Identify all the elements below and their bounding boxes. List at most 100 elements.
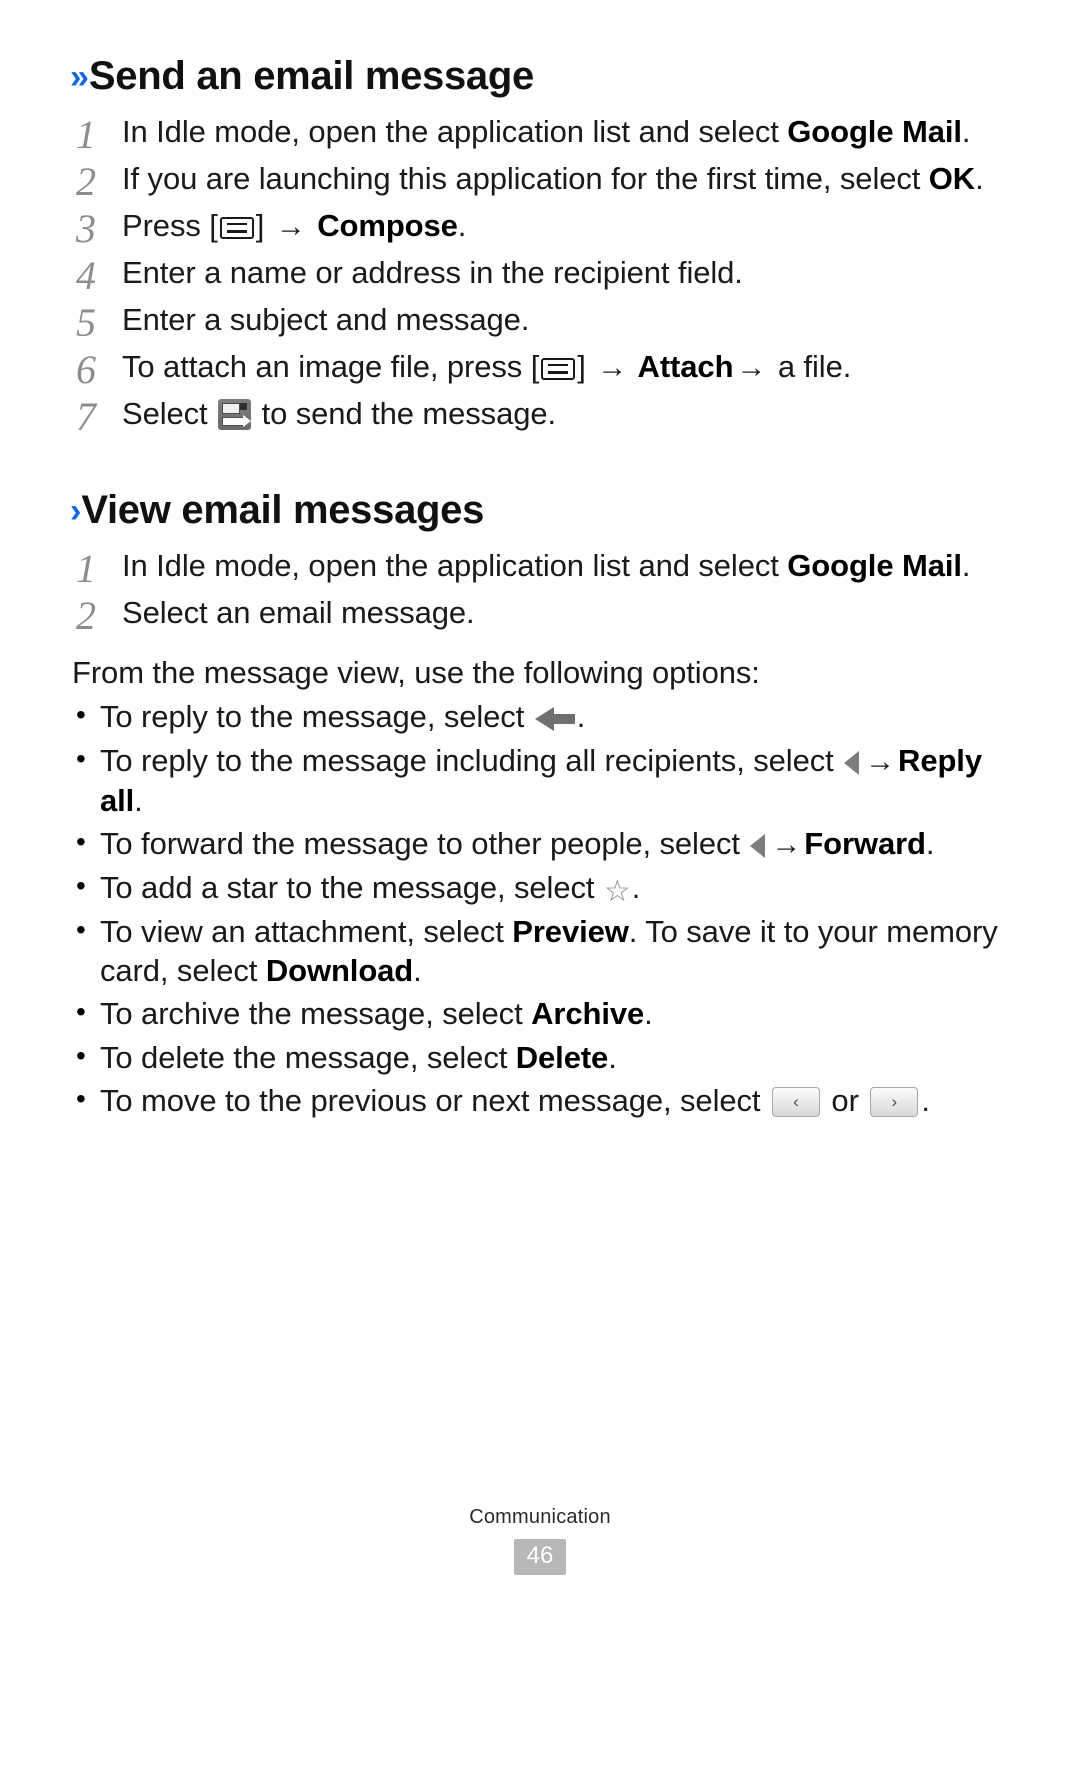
- step-text-post: .: [961, 547, 971, 583]
- step-number: 4: [76, 252, 96, 298]
- bullet-marker: •: [76, 826, 86, 858]
- arrow-right-icon: →: [771, 828, 802, 862]
- bullet-text-pre: To delete the message, select: [100, 1039, 516, 1075]
- prev-button-icon: ‹: [771, 1087, 820, 1118]
- triangle-left-icon: [844, 750, 860, 775]
- list-item: 2 Select an email message.: [70, 594, 1000, 636]
- steps-list-view-email: 1 In Idle mode, open the application lis…: [70, 547, 1000, 636]
- step-text: Enter a name or address in the recipient…: [122, 254, 1000, 292]
- bullet-marker: •: [76, 870, 86, 902]
- step-number: 1: [76, 545, 96, 591]
- page-footer: Communication 46: [0, 1506, 1080, 1575]
- reply-arrow-tail: [552, 714, 575, 725]
- step-text-post: .: [975, 160, 984, 196]
- bullet-text-pre: To forward the message to other people, …: [100, 826, 749, 862]
- bullet-marker: •: [76, 1083, 86, 1115]
- bullet-text-pre: To reply to the message including all re…: [100, 742, 843, 778]
- list-item: 1 In Idle mode, open the application lis…: [70, 547, 1000, 589]
- page-content: » Send an email message 1 In Idle mode, …: [70, 54, 1000, 1124]
- bullet-text-pre: To reply to the message, select: [100, 699, 533, 735]
- list-item: 3 Press [] → Compose.: [70, 207, 1000, 249]
- list-item: 6 To attach an image file, press [] → At…: [70, 348, 1000, 390]
- bullet-text-bold: Forward: [804, 826, 926, 862]
- step-text-pre: Press [: [122, 207, 218, 243]
- triangle-left-icon: [750, 834, 766, 859]
- step-text-bold: Compose: [308, 207, 458, 243]
- send-icon-square: [240, 402, 248, 410]
- star-icon: ☆: [603, 875, 631, 909]
- list-item: 4 Enter a name or address in the recipie…: [70, 254, 1000, 296]
- list-item: • To forward the message to other people…: [70, 824, 1000, 864]
- bullet-text-post: .: [925, 826, 935, 862]
- bullet-marker: •: [76, 996, 86, 1028]
- steps-list-send-email: 1 In Idle mode, open the application lis…: [70, 113, 1000, 437]
- arrow-right-icon: →: [275, 209, 306, 243]
- step-text-bold: Google Mail: [787, 113, 962, 149]
- list-item: • To delete the message, select Delete.: [70, 1038, 1000, 1077]
- bullet-text: To reply to the message including all re…: [100, 741, 1000, 820]
- step-number: 2: [76, 592, 96, 638]
- send-icon: [218, 398, 252, 430]
- bullet-text-post: .: [576, 699, 586, 735]
- reply-arrow-head: [534, 707, 554, 732]
- list-item: 2 If you are launching this application …: [70, 160, 1000, 202]
- next-button-glyph: ›: [891, 1092, 898, 1112]
- options-lead-text: From the message view, use the following…: [72, 654, 760, 690]
- bullet-text-post: .: [921, 1083, 930, 1119]
- page-title-2: View email messages: [81, 487, 485, 532]
- bullet-marker: •: [76, 913, 86, 945]
- bullet-marker: •: [76, 742, 86, 774]
- bullet-text-post: .: [608, 1039, 617, 1075]
- step-number: 2: [76, 158, 96, 204]
- step-number: 7: [76, 393, 96, 439]
- step-text-post: .: [961, 113, 971, 149]
- step-number: 3: [76, 205, 96, 251]
- bullet-text: To view an attachment, select Preview. T…: [100, 912, 1000, 991]
- step-text: In Idle mode, open the application list …: [122, 113, 1000, 151]
- bullet-text-post: .: [644, 996, 653, 1032]
- step-text: To attach an image file, press [] → Atta…: [122, 348, 1000, 387]
- step-number: 6: [76, 346, 96, 392]
- footer-chapter-label: Communication: [469, 1506, 611, 1528]
- bullet-text-pre: To view an attachment, select: [100, 913, 513, 949]
- step-text-mid: ]: [255, 207, 273, 243]
- step-text-pre: Enter a name or address in the recipient…: [122, 254, 743, 290]
- bullet-text-mid: or: [822, 1083, 868, 1119]
- bullet-text-pre: To add a star to the message, select: [100, 870, 603, 906]
- chevron-right-icon: »: [70, 58, 89, 96]
- menu-key-icon: [541, 357, 576, 380]
- list-item: • To reply to the message including all …: [70, 741, 1000, 820]
- list-item: • To reply to the message, select .: [70, 697, 1000, 736]
- step-text-bold: Attach: [630, 348, 734, 384]
- step-text-pre: Select an email message.: [122, 594, 475, 630]
- list-item: 1 In Idle mode, open the application lis…: [70, 113, 1000, 155]
- step-text-post: a file.: [769, 348, 852, 384]
- step-text-mid: ]: [577, 348, 595, 384]
- section-heading-view-email: › View email messages: [70, 488, 1000, 533]
- step-text-bold: Google Mail: [787, 547, 962, 583]
- bullet-text: To move to the previous or next message,…: [100, 1081, 1000, 1120]
- bullet-text: To reply to the message, select .: [100, 697, 1000, 736]
- bullet-text: To forward the message to other people, …: [100, 824, 1000, 864]
- step-text-post: .: [457, 207, 467, 243]
- chevron-right-icon: ›: [70, 491, 82, 530]
- bullet-text-bold: Delete: [515, 1039, 609, 1075]
- menu-key-icon: [219, 216, 254, 239]
- bullet-text-post: .: [413, 953, 422, 989]
- arrow-right-icon: →: [597, 350, 628, 384]
- bullet-marker: •: [76, 699, 86, 731]
- prev-button-glyph: ‹: [793, 1092, 799, 1112]
- bullet-text-bold: Archive: [531, 996, 645, 1032]
- options-bullet-list: • To reply to the message, select . • To…: [70, 697, 1000, 1120]
- bullet-text-pre: To move to the previous or next message,…: [100, 1083, 769, 1119]
- send-icon-arrow: [222, 414, 252, 427]
- list-item: • To add a star to the message, select ☆…: [70, 868, 1000, 907]
- arrow-right-icon: →: [865, 744, 896, 778]
- step-text-pre: Select: [122, 395, 217, 431]
- step-number: 5: [76, 299, 96, 345]
- step-number: 1: [76, 111, 96, 157]
- section-heading-send-email: » Send an email message: [70, 54, 1000, 99]
- reply-arrow-icon: [534, 707, 575, 732]
- step-text: Select an email message.: [122, 594, 1000, 632]
- bullet-text-bold-2: Download: [265, 953, 414, 989]
